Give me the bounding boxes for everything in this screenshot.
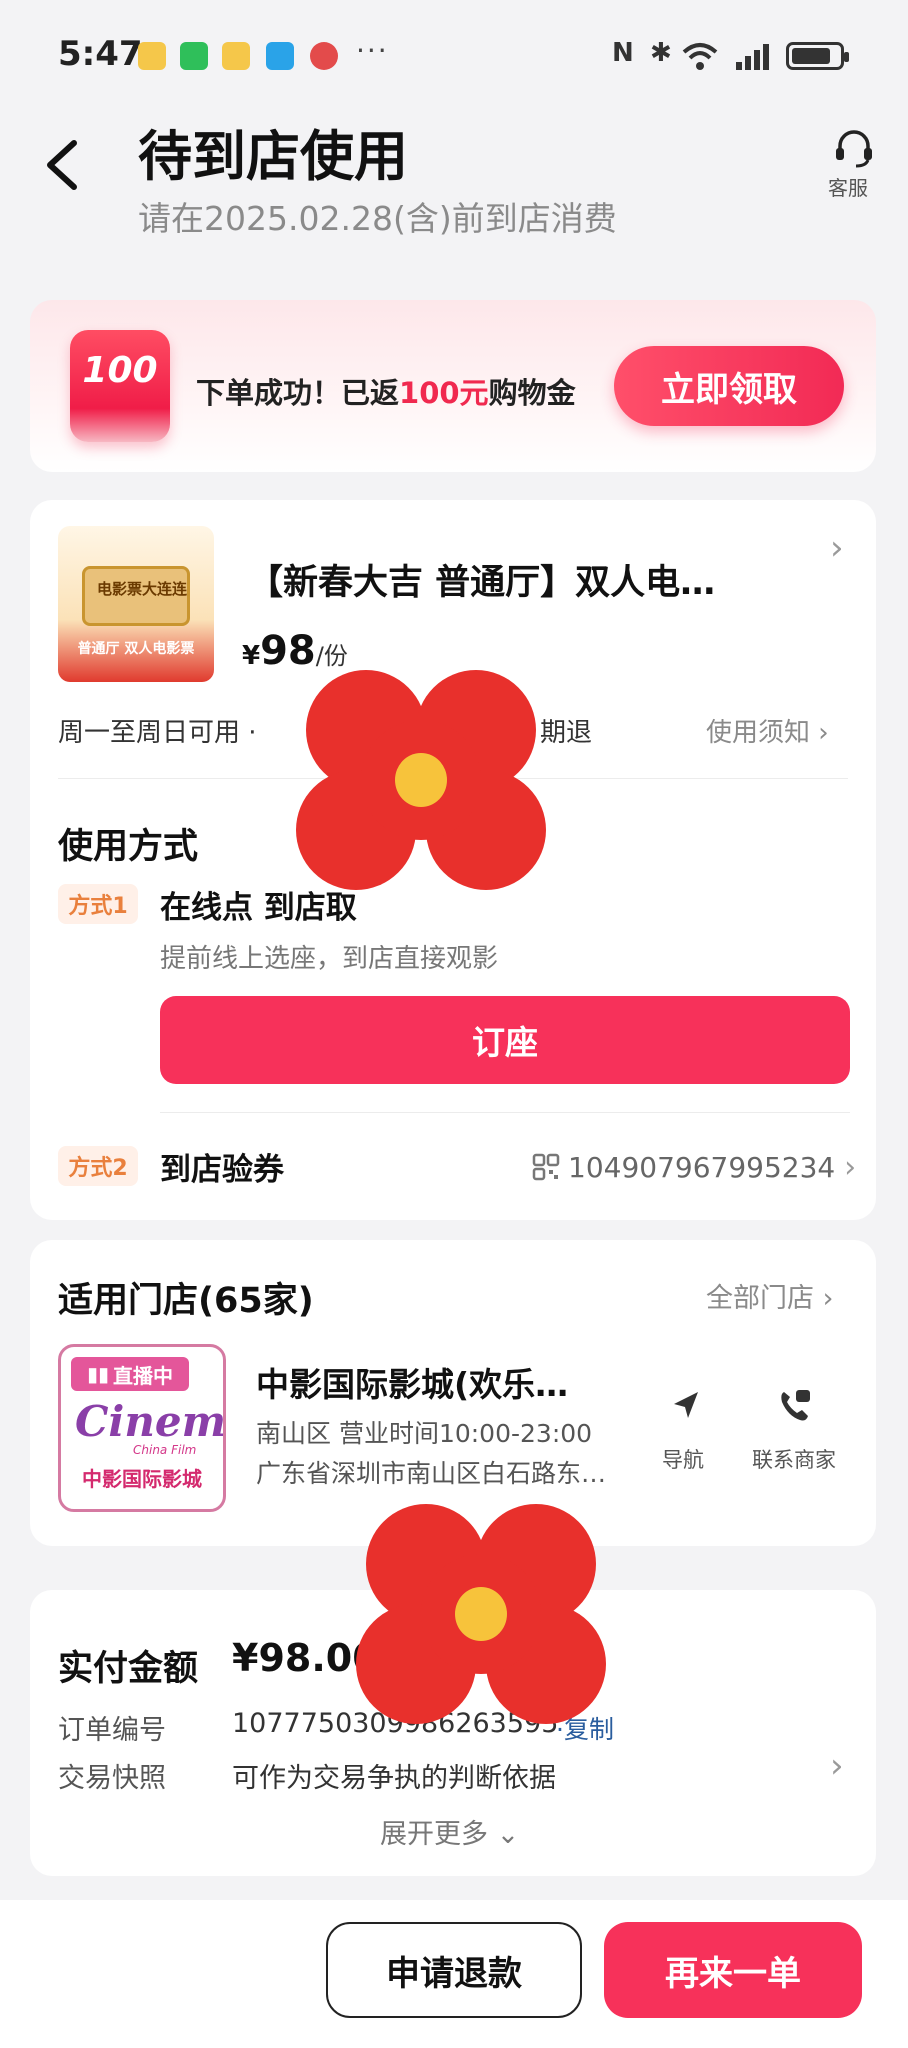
cashback-message: 下单成功！已返100元购物金	[196, 370, 616, 412]
availability-text: 周一至周日可用 ·	[58, 718, 257, 748]
store-district-hours: 南山区 营业时间10:00-23:00	[256, 1419, 593, 1448]
store-address: 广东省深圳市南山区白石路东…	[256, 1459, 607, 1488]
claim-button[interactable]: 立即领取	[614, 346, 844, 426]
live-badge: ▮▮ 直播中	[71, 1357, 189, 1391]
wifi-icon	[682, 43, 718, 70]
nfc-icon: N	[612, 38, 634, 68]
book-seat-button[interactable]: 订座	[160, 996, 850, 1084]
thumbnail-ticket-text: 电影票大连连	[97, 580, 188, 598]
back-arrow-icon[interactable]	[36, 135, 96, 195]
cashback-prefix: 下单成功！已返	[196, 376, 400, 410]
logo-subtitle: China Film	[133, 1443, 197, 1457]
method2-title: 到店验券	[160, 1152, 284, 1188]
usage-notice-label: 使用须知	[706, 718, 811, 748]
battery-icon	[786, 42, 849, 70]
contact-merchant-label[interactable]: 联系商家	[752, 1444, 836, 1474]
stores-section-title: 适用门店(65家)	[58, 1281, 314, 1321]
navigation-label[interactable]: 导航	[662, 1444, 704, 1474]
store-name[interactable]: 中影国际影城(欢乐…	[256, 1358, 568, 1406]
signal-icon	[736, 44, 769, 70]
qr-code-icon	[532, 1153, 560, 1181]
order-number-label: 订单编号	[58, 1715, 166, 1746]
voucher-chevron-right-icon: ›	[844, 1150, 857, 1185]
weibo-icon-2	[222, 42, 250, 70]
navigation-icon[interactable]	[666, 1386, 706, 1426]
usage-notice-link[interactable]: 使用须知 ›	[706, 712, 829, 749]
all-stores-link[interactable]: 全部门店 ›	[706, 1276, 833, 1315]
product-chevron-right-icon[interactable]: ›	[830, 528, 844, 568]
cashback-banner: 100 下单成功！已返100元购物金 立即领取	[30, 300, 876, 472]
live-badge-label: 直播中	[113, 1363, 173, 1388]
page-subtitle: 请在2025.02.28(含)前到店消费	[138, 199, 617, 238]
chevron-down-icon: ⌄	[496, 1819, 520, 1850]
status-time: 5:47	[58, 34, 143, 74]
bluetooth-icon: ✱	[650, 38, 672, 68]
phone-icon[interactable]	[774, 1386, 814, 1426]
product-title[interactable]: 【新春大吉 普通厅】双人电…	[248, 554, 715, 605]
price-symbol: ¥	[242, 641, 261, 671]
voucher-code: 104907967995234	[568, 1151, 836, 1184]
snapshot-label: 交易快照	[58, 1763, 166, 1794]
store-logo[interactable]: ▮▮直播中 Cinema China Film 中影国际影城	[58, 1344, 226, 1512]
expand-more-label: 展开更多	[380, 1819, 488, 1850]
flower-sticker-icon	[286, 660, 556, 900]
request-refund-button[interactable]: 申请退款	[326, 1922, 582, 2018]
weibo-icon	[138, 42, 166, 70]
snapshot-value[interactable]: 可作为交易争执的判断依据	[232, 1756, 556, 1795]
coupon-value: 100	[82, 350, 158, 391]
product-thumbnail[interactable]: 电影票大连连 普通厅 双人电影票	[58, 526, 214, 682]
logo-chinese-name: 中影国际影城	[82, 1467, 202, 1491]
method1-desc: 提前线上选座，到店直接观影	[160, 944, 499, 974]
usage-section-title: 使用方式	[58, 827, 199, 867]
voucher-code-link[interactable]: 104907967995234 ›	[532, 1150, 856, 1185]
app-notification-icon	[310, 42, 338, 70]
customer-service-icon[interactable]	[832, 126, 876, 170]
divider	[160, 1112, 850, 1113]
flower-sticker-icon	[346, 1494, 616, 1734]
snapshot-chevron-right-icon[interactable]: ›	[830, 1746, 844, 1786]
all-stores-chevron-right-icon: ›	[822, 1283, 834, 1314]
all-stores-label: 全部门店	[706, 1283, 814, 1314]
bottom-action-bar: 申请退款 再来一单	[0, 1900, 908, 2048]
chat-app-icon	[266, 42, 294, 70]
coupon-icon: 100	[70, 330, 170, 442]
method2-tag: 方式2	[58, 1146, 138, 1186]
cashback-amount: 100元	[399, 376, 489, 410]
wechat-icon	[180, 42, 208, 70]
page-title: 待到店使用	[138, 125, 408, 188]
status-bar: 5:47 ··· N ✱	[0, 0, 908, 110]
method1-tag: 方式1	[58, 884, 138, 924]
customer-service-label[interactable]: 客服	[828, 172, 868, 201]
notice-chevron-right-icon: ›	[818, 718, 829, 748]
expand-more-button[interactable]: 展开更多 ⌄	[380, 1812, 519, 1851]
more-notifications-icon: ···	[356, 34, 389, 67]
cashback-suffix: 购物金	[488, 376, 576, 410]
ticket-icon: 电影票大连连	[82, 566, 190, 626]
reorder-button[interactable]: 再来一单	[604, 1922, 862, 2018]
logo-wordmark: Cinema	[75, 1397, 226, 1446]
thumbnail-label: 普通厅 双人电影票	[77, 641, 195, 657]
paid-amount-label: 实付金额	[58, 1649, 199, 1689]
